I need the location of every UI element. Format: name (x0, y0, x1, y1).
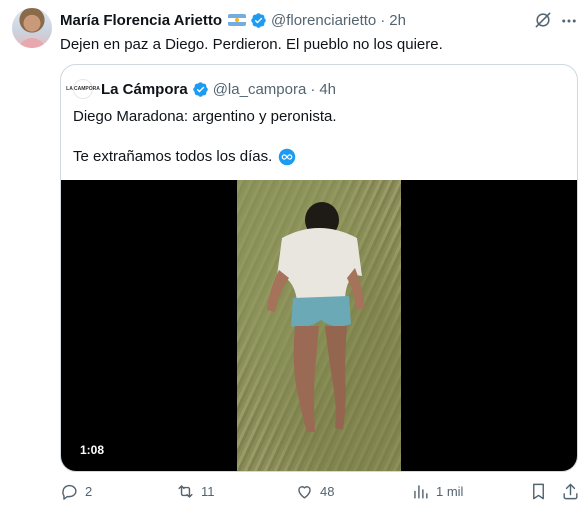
quoted-author-name[interactable]: La Cámpora (101, 81, 188, 98)
bookmark-button[interactable] (529, 482, 554, 501)
dot-separator: · (380, 11, 386, 29)
views-button[interactable]: 1 mil (411, 482, 463, 501)
quoted-text-line2: Te extrañamos todos los días. (73, 147, 296, 167)
reply-count: 2 (85, 484, 93, 499)
dot-separator: · (310, 80, 316, 98)
retweet-icon (178, 485, 193, 498)
quoted-header: LA CAMPORA La Cámpora @la_campora · 4h (66, 78, 336, 100)
reply-button[interactable]: 2 (60, 482, 92, 501)
video-duration: 1:08 (74, 441, 111, 459)
verified-icon (251, 12, 266, 28)
verified-icon (192, 81, 208, 97)
like-button[interactable]: 48 (295, 482, 334, 501)
retweet-button[interactable]: 11 (176, 482, 215, 501)
quoted-text-line1: Diego Maradona: argentino y peronista. (73, 108, 337, 125)
bookmark-icon (533, 483, 544, 500)
tweet-text: Dejen en paz a Diego. Perdieron. El pueb… (60, 36, 443, 53)
views-count: 1 mil (436, 484, 464, 499)
argentina-flag-icon (227, 14, 246, 26)
share-button[interactable] (561, 482, 586, 501)
video-player[interactable]: 1:08 (61, 180, 577, 471)
more-icon[interactable] (560, 12, 578, 30)
views-icon (414, 485, 428, 499)
quoted-text-line2-label: Te extrañamos todos los días. (73, 148, 273, 165)
quoted-handle: @la_campora (212, 80, 307, 98)
infinity-icon (279, 148, 296, 166)
author-handle[interactable]: @florenciarietto (271, 12, 376, 29)
author-avatar[interactable] (12, 8, 52, 48)
tweet-header: María Florencia Arietto @florenciarietto… (60, 9, 406, 31)
like-icon (298, 486, 311, 499)
quoted-avatar[interactable]: LA CAMPORA (66, 79, 100, 99)
quoted-time: 4h (319, 80, 336, 98)
tweet-actions: 2 11 48 1 mil (0, 482, 588, 506)
video-figure (267, 202, 365, 432)
share-icon (563, 483, 578, 500)
like-count: 48 (320, 484, 335, 499)
retweet-count: 11 (201, 484, 215, 499)
avatar-figure (18, 38, 46, 48)
author-name[interactable]: María Florencia Arietto (60, 12, 222, 29)
video-frame (237, 180, 401, 471)
reply-icon (62, 484, 77, 500)
tweet-time[interactable]: 2h (389, 12, 406, 29)
grok-icon[interactable] (533, 10, 553, 30)
quoted-tweet[interactable]: LA CAMPORA La Cámpora @la_campora · 4h D… (60, 64, 578, 472)
